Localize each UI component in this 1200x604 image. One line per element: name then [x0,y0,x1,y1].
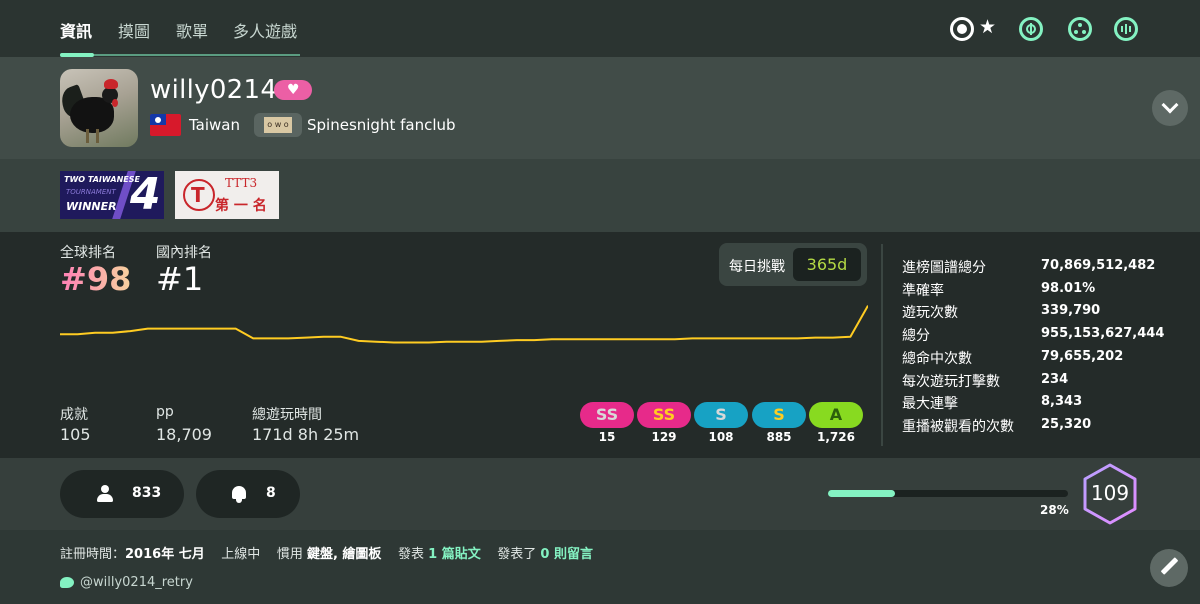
twitter-icon [60,577,74,588]
medals-label: 成就 [60,407,88,423]
daily-challenge-value: 365d [793,248,861,281]
stat-label: 準確率 [902,282,944,299]
pp-label: pp [156,404,174,420]
badge-tournament-winner[interactable]: TWO TAIWANESE TOURNAMENT WINNER 4 [60,171,164,219]
stats-panel: 全球排名 #98 國內排名 #1 每日挑戰 365d 成就 105 pp 18,… [0,232,1200,458]
daily-challenge[interactable]: 每日挑戰 365d [719,243,867,286]
team-name[interactable]: Spinesnight fanclub [307,116,456,134]
tab-playlists[interactable]: 歌單 [176,18,208,42]
catch-icon[interactable] [1068,17,1092,41]
stat-value: 339,790 [1041,303,1101,319]
followers-button[interactable]: 833 [60,470,184,518]
stat-value: 25,320 [1041,416,1092,432]
playtime-label: 總遊玩時間 [252,407,322,423]
tab-multiplayer[interactable]: 多人遊戲 [233,18,297,42]
stat-value: 234 [1041,371,1069,387]
badges-row: TWO TAIWANESE TOURNAMENT WINNER 4 T TTT3… [0,159,1200,232]
daily-challenge-label: 每日挑戰 [729,259,785,275]
avatar [60,69,138,147]
taiko-icon[interactable] [1019,17,1043,41]
pp-value: 18,709 [156,425,212,444]
badge-ttt3[interactable]: T TTT3 第 一 名 [175,171,279,219]
global-rank-value: #98 [60,260,132,298]
stat-label: 重播被觀看的次數 [902,418,1014,435]
subscribe-button[interactable]: 8 [196,470,300,518]
grade-count: 129 [651,430,677,444]
grade-badge-s: S [694,402,748,428]
level-progress-fill [828,490,896,497]
level-progress-bar [828,490,1068,497]
tab-divider [94,54,300,56]
level-badge: 109 [1080,462,1140,526]
comments-link[interactable]: 0 則留言 [540,547,593,562]
stat-label: 進榜圖譜總分 [902,260,986,276]
stat-value: 955,153,627,444 [1041,326,1165,342]
medals-value: 105 [60,425,91,444]
profile-header: willy0214 ♥ Taiwan o w o Spinesnight fan… [0,57,1200,159]
grade-badge-ss: SS [580,402,634,428]
top-navigation: 資訊 摸圖 歌單 多人遊戲 ★ [0,0,1200,57]
rank-history-chart[interactable] [60,300,868,390]
star-icon: ★ [979,16,997,38]
stat-value: 79,655,202 [1041,348,1124,364]
playstyle: 鍵盤, 繪圖板 [306,547,382,562]
country-rank-value: #1 [156,260,204,298]
stat-label: 遊玩次數 [902,305,958,322]
online-status: 上線中 [221,547,261,562]
heart-icon: ♥ [287,82,300,98]
stats-divider [881,244,883,446]
grade-count: 15 [598,430,616,444]
tab-info[interactable]: 資訊 [60,18,92,42]
tab-modding[interactable]: 摸圖 [118,18,150,42]
grade-count: 885 [766,430,792,444]
stat-value: 98.01% [1041,280,1096,296]
taiwan-flag-icon[interactable] [150,114,181,136]
global-rank-label: 全球排名 [60,245,116,261]
grade-count: 108 [708,430,734,444]
osu-standard-icon[interactable] [950,17,974,41]
supporter-badge[interactable]: ♥ [274,80,312,100]
profile-info-line: 註冊時間：2016年 七月 上線中 慣用 鍵盤, 繪圖板 發表 1 篇貼文 發表… [60,547,593,562]
stat-label: 每次遊玩打擊數 [902,373,1000,390]
subscriber-count: 8 [266,485,276,501]
level-value: 109 [1090,481,1130,505]
grade-badge-a: A [809,402,863,428]
ttt-logo-icon: T [183,179,215,211]
grade-badge-s: S [752,402,806,428]
stat-value: 8,343 [1041,394,1083,410]
stat-label: 總命中次數 [902,350,972,367]
user-icon [96,485,114,503]
bell-icon [230,485,248,503]
username: willy0214 [150,75,278,105]
join-date: 2016年 七月 [125,547,205,562]
rank-history-line [60,305,868,344]
country-name[interactable]: Taiwan [189,116,240,134]
expand-button[interactable] [1152,90,1188,126]
posts-link[interactable]: 1 篇貼文 [428,547,481,562]
stat-value: 70,869,512,482 [1041,258,1156,273]
followers-count: 833 [132,485,162,501]
twitter-handle: @willy0214_retry [80,575,193,590]
stat-label: 最大連擊 [902,396,958,413]
playtime-value: 171d 8h 25m [252,425,360,444]
level-progress-label: 28% [1040,503,1069,517]
chevron-down-icon [1161,96,1179,114]
grade-count: 1,726 [817,430,855,444]
mania-icon[interactable] [1114,17,1138,41]
grade-badge-ss: SS [637,402,691,428]
country-rank-label: 國內排名 [156,245,212,261]
stat-label: 總分 [902,328,930,345]
team-flag-icon[interactable]: o w o [254,113,302,137]
pencil-icon [1160,557,1179,575]
edit-button[interactable] [1150,549,1188,587]
social-bar: 833 8 28% 109 [0,458,1200,530]
profile-footer: 註冊時間：2016年 七月 上線中 慣用 鍵盤, 繪圖板 發表 1 篇貼文 發表… [0,530,1200,604]
